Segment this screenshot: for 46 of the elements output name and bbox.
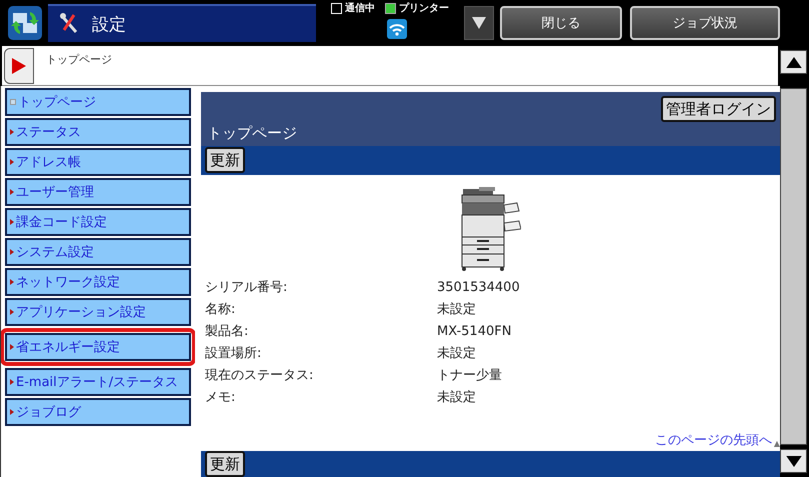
up-triangle-icon — [786, 56, 802, 68]
play-icon — [12, 58, 26, 74]
field-label: メモ: — [205, 389, 236, 407]
admin-login-button[interactable]: 管理者ログイン — [661, 96, 776, 122]
scrollbar-thumb[interactable] — [780, 88, 807, 445]
sidebar-item[interactable]: トップページ — [5, 88, 191, 116]
sidebar-item[interactable]: 省エネルギー設定 — [5, 333, 191, 361]
close-button[interactable]: 閉じる — [500, 6, 622, 40]
app-title: 設定 — [92, 14, 126, 36]
sidebar-item[interactable]: アドレス帳 — [5, 148, 191, 176]
field-label: 現在のステータス: — [205, 367, 314, 385]
field-label: 設置場所: — [205, 345, 262, 363]
sidebar-item[interactable]: アプリケーション設定 — [5, 298, 191, 326]
breadcrumb: トップページ — [46, 52, 112, 67]
field-value: 3501534400 — [437, 279, 521, 297]
up-triangle-icon: ▲ — [774, 438, 780, 448]
field-value: 未設定 — [437, 301, 477, 319]
wifi-icon — [387, 19, 407, 39]
field-value: 未設定 — [437, 345, 477, 363]
sidebar-item[interactable]: ユーザー管理 — [5, 178, 191, 206]
sidebar-item[interactable]: ステータス — [5, 118, 191, 146]
sidebar-item[interactable]: ネットワーク設定 — [5, 268, 191, 296]
field-label: 製品名: — [205, 323, 250, 341]
dropdown-button[interactable] — [464, 6, 494, 40]
caret-icon — [472, 17, 486, 29]
field-value: MX-5140FN — [437, 323, 512, 341]
field-value: トナー少量 — [437, 367, 503, 385]
scroll-up-button[interactable] — [780, 50, 807, 74]
sidebar-item[interactable]: E-mailアラート/ステータス — [5, 368, 191, 396]
page-top-link[interactable]: このページの先頭へ — [654, 431, 772, 449]
expand-button[interactable] — [4, 48, 34, 84]
field-label: シリアル番号: — [205, 279, 288, 297]
sidebar-item[interactable]: 課金コード設定 — [5, 208, 191, 236]
status-label: 通信中 — [345, 2, 375, 15]
sidebar-item[interactable]: システム設定 — [5, 238, 191, 266]
field-label: 名称: — [205, 301, 236, 319]
refresh-button[interactable]: 更新 — [205, 451, 245, 477]
page-title: トップページ — [207, 124, 298, 143]
job-status-button[interactable]: ジョブ状況 — [630, 6, 780, 40]
field-value: 未設定 — [437, 389, 477, 407]
app-switch-icon[interactable] — [8, 6, 42, 40]
down-triangle-icon — [786, 456, 802, 466]
sidebar-item[interactable]: ジョブログ — [5, 398, 191, 426]
status-label: プリンター — [399, 1, 449, 15]
scroll-down-button[interactable] — [780, 449, 807, 473]
refresh-button[interactable]: 更新 — [205, 147, 245, 174]
